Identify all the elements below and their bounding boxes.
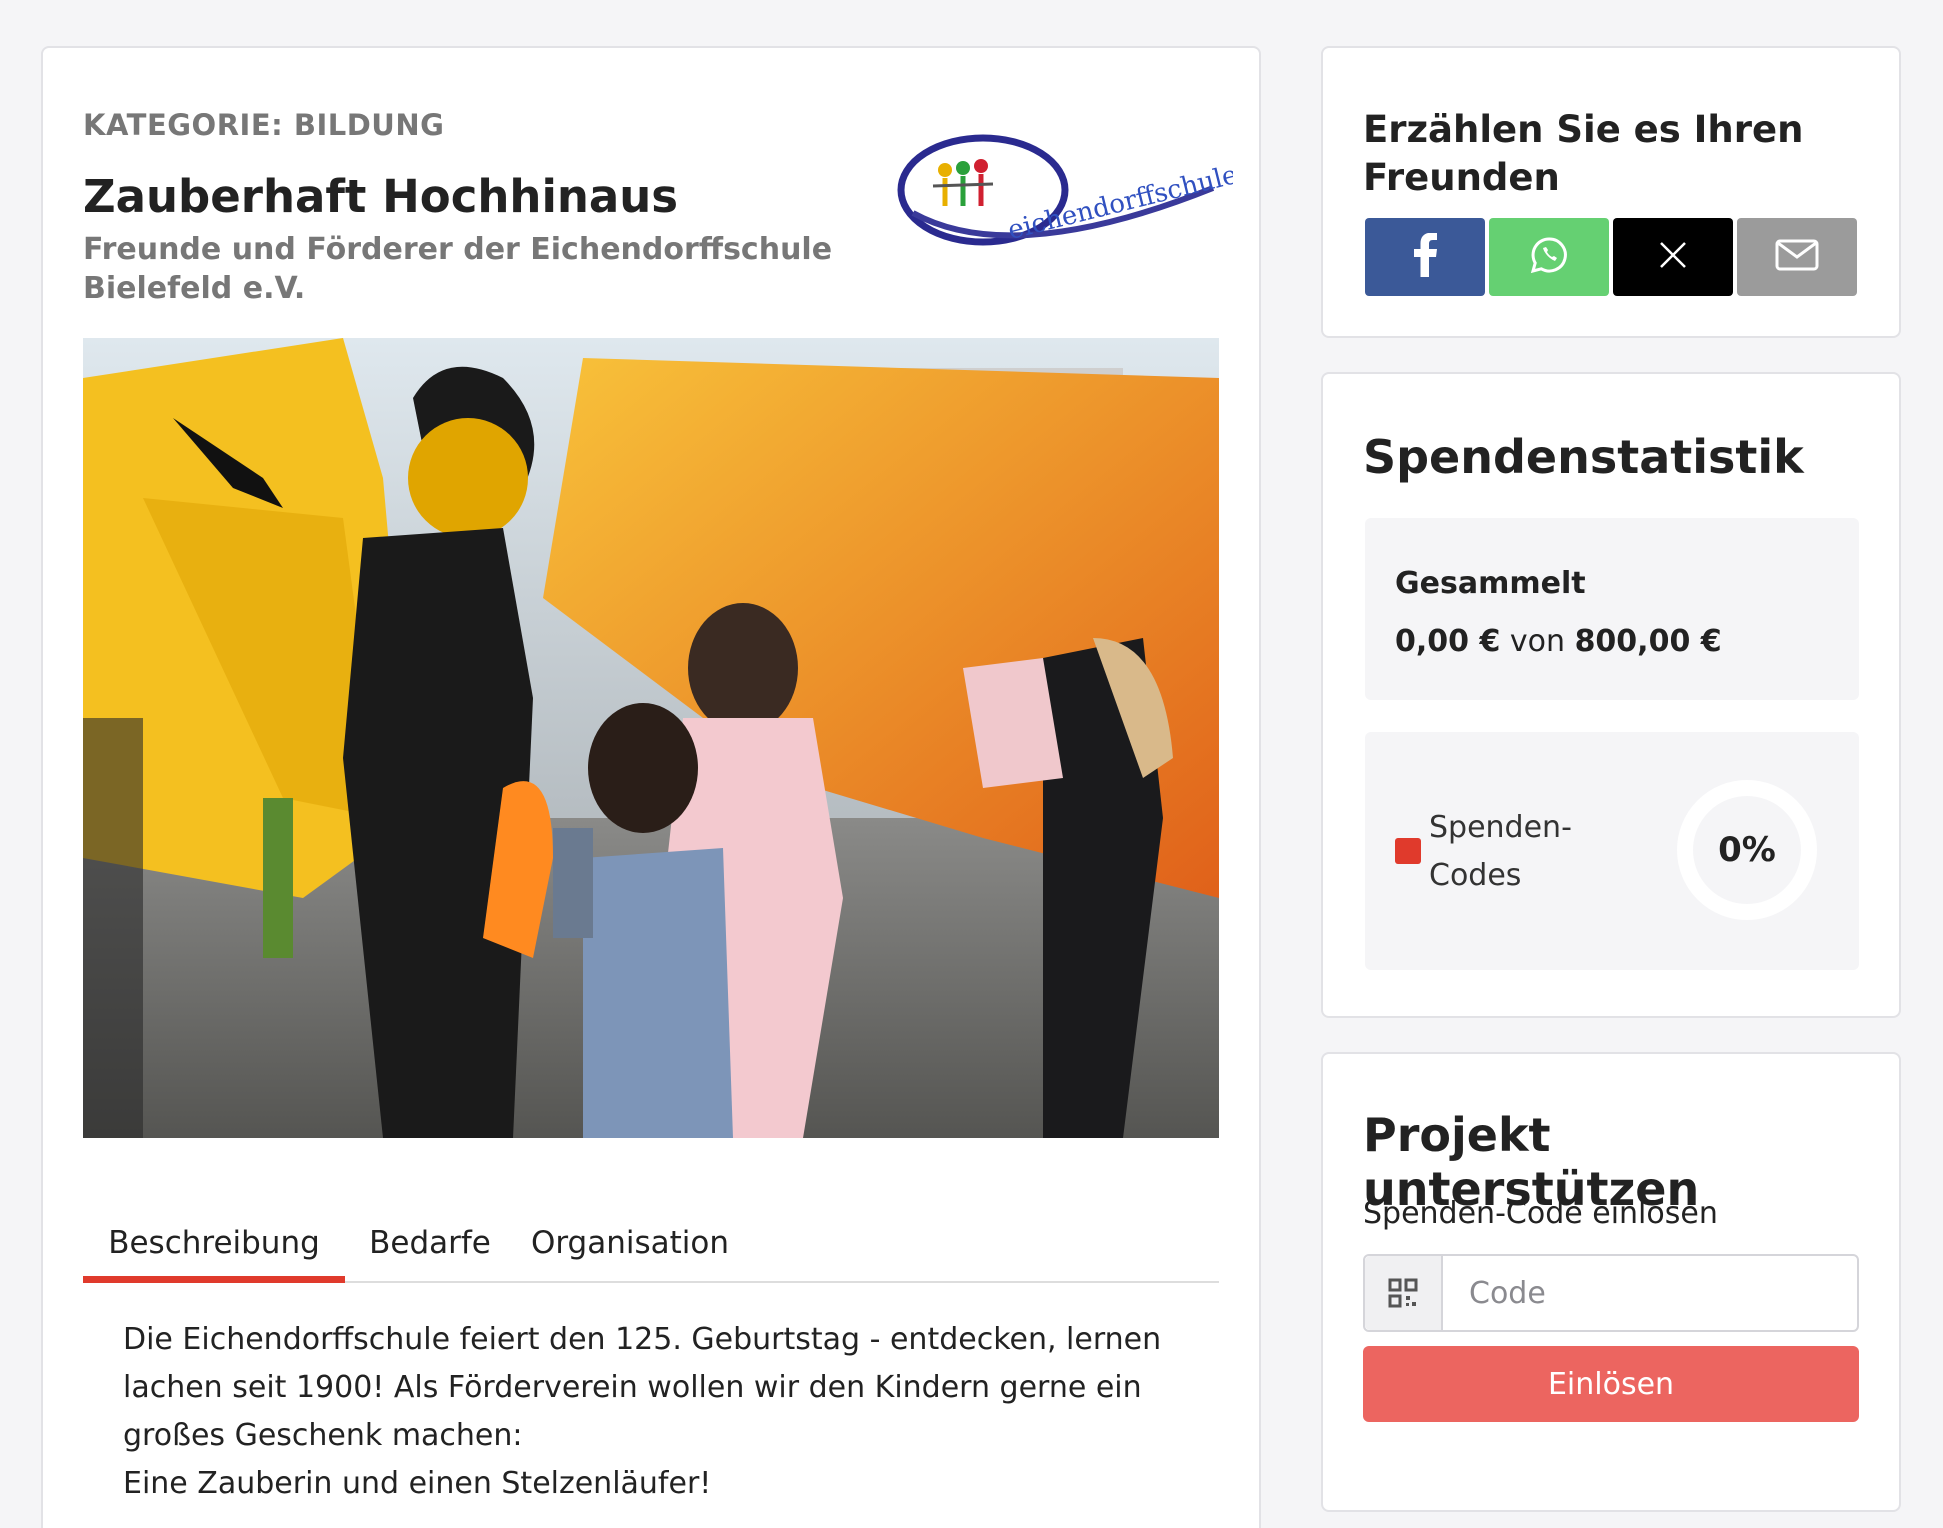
- qr-code-icon: [1365, 1256, 1443, 1330]
- redeem-button[interactable]: Einlösen: [1363, 1346, 1859, 1422]
- collected-amount: 0,00 €: [1395, 624, 1501, 659]
- whatsapp-icon: [1529, 235, 1569, 279]
- organization-name: Freunde und Förderer der Eichendorffschu…: [83, 232, 833, 306]
- collected-label: Gesammelt: [1395, 566, 1586, 601]
- support-card: Projekt unterstützen Spenden-Code einlös…: [1321, 1052, 1901, 1512]
- donation-chart-box: Spenden-Codes 0%: [1365, 732, 1859, 970]
- share-x-button[interactable]: [1613, 218, 1733, 296]
- facebook-icon: [1411, 232, 1439, 281]
- share-mail-button[interactable]: [1737, 218, 1857, 296]
- collected-values: 0,00 € von 800,00 €: [1395, 624, 1722, 659]
- project-title: Zauberhaft Hochhinaus: [83, 170, 679, 223]
- category-label: KATEGORIE: BILDUNG: [83, 108, 445, 142]
- share-heading: Erzählen Sie es Ihren Freunden: [1363, 108, 1804, 199]
- donation-stats-card: Spendenstatistik Gesammelt 0,00 € von 80…: [1321, 372, 1901, 1018]
- mail-icon: [1775, 239, 1819, 275]
- description-paragraph: Eine Zauberin und einen Stelzenläufer!: [123, 1466, 712, 1501]
- share-whatsapp-button[interactable]: [1489, 218, 1609, 296]
- legend-label: Spenden-Codes: [1429, 810, 1572, 893]
- of-word: von: [1509, 624, 1566, 659]
- redeem-label: Spenden-Code einlösen: [1363, 1196, 1718, 1231]
- project-description: Die Eichendorffschule feiert den 125. Ge…: [123, 1316, 1173, 1508]
- code-input[interactable]: [1445, 1256, 1855, 1330]
- share-card: Erzählen Sie es Ihren Freunden: [1321, 46, 1901, 338]
- description-paragraph: Die Eichendorffschule feiert den 125. Ge…: [123, 1322, 1162, 1453]
- goal-amount: 800,00 €: [1574, 624, 1722, 659]
- progress-percent: 0%: [1718, 830, 1776, 870]
- collected-box: Gesammelt 0,00 € von 800,00 €: [1365, 518, 1859, 700]
- share-facebook-button[interactable]: [1365, 218, 1485, 296]
- organization-logo: eichendorffschule: [893, 128, 1241, 258]
- tab-beschreibung[interactable]: Beschreibung: [83, 1203, 345, 1283]
- tab-organisation[interactable]: Organisation: [515, 1203, 745, 1283]
- project-tabs: Beschreibung Bedarfe Organisation: [83, 1203, 1219, 1283]
- legend-swatch: [1395, 838, 1421, 864]
- code-input-group: [1363, 1254, 1859, 1332]
- logo-wordmark: eichendorffschule: [1005, 160, 1233, 246]
- stats-heading: Spendenstatistik: [1363, 430, 1804, 484]
- project-card: KATEGORIE: BILDUNG Zauberhaft Hochhinaus…: [41, 46, 1261, 1528]
- tab-bedarfe[interactable]: Bedarfe: [345, 1203, 515, 1283]
- x-icon: [1658, 240, 1688, 274]
- project-hero-image: [83, 338, 1219, 1138]
